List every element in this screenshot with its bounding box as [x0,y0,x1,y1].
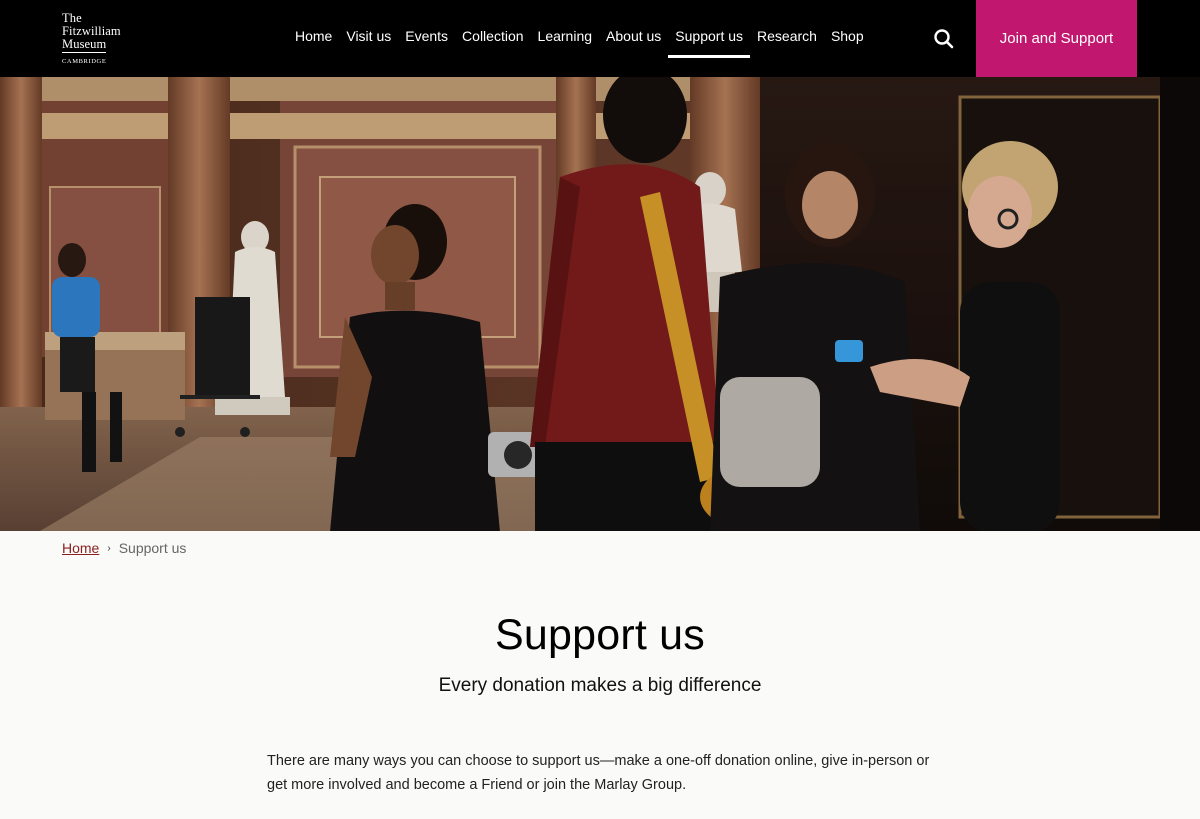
hero-image [0,77,1200,531]
nav-item-about-us[interactable]: About us [599,0,668,77]
hero-photo [0,77,1200,531]
breadcrumb-home-link[interactable]: Home [62,540,99,556]
breadcrumb: Home › Support us [62,540,186,556]
search-icon [934,29,954,49]
breadcrumb-current: Support us [118,540,187,556]
nav-item-collection[interactable]: Collection [455,0,530,77]
logo-line-3: Museum [62,37,107,51]
breadcrumb-chevron-icon: › [107,542,111,554]
nav-item-events[interactable]: Events [398,0,455,77]
nav-item-support-us[interactable]: Support us [668,0,750,77]
join-and-support-button[interactable]: Join and Support [976,0,1137,77]
nav-item-shop[interactable]: Shop [824,0,871,77]
nav-item-research[interactable]: Research [750,0,824,77]
page-subtitle: Every donation makes a big difference [438,675,762,696]
nav-item-learning[interactable]: Learning [531,0,600,77]
nav-item-visit-us[interactable]: Visit us [339,0,398,77]
main-nav: Home Visit us Events Collection Learning… [288,0,871,77]
nav-item-home[interactable]: Home [288,0,339,77]
site-header: The Fitzwilliam Museum CAMBRIDGE Home Vi… [0,0,1200,77]
search-button[interactable] [930,25,958,53]
page-title: Support us [495,611,705,659]
logo-line-4: CAMBRIDGE [62,52,106,68]
museum-logo[interactable]: The Fitzwilliam Museum CAMBRIDGE [62,12,121,68]
intro-paragraph: There are many ways you can choose to su… [267,753,930,793]
